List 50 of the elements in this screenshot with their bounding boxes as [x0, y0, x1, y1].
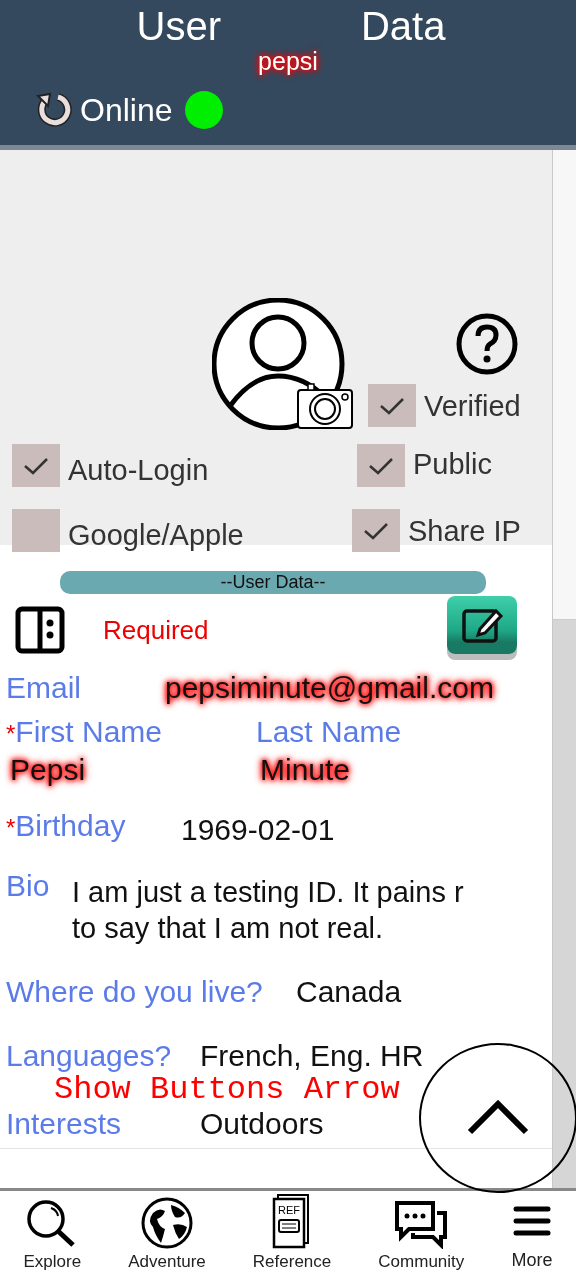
checkbox-label: Auto-Login — [68, 452, 209, 487]
nav-item[interactable]: REF Reference — [252, 1192, 332, 1274]
field-label: *First Name — [6, 714, 164, 750]
nav-item[interactable]: More — [511, 1205, 553, 1274]
bio-text: to say that I am not real. — [72, 911, 384, 946]
status-label: Online — [80, 91, 173, 129]
check-icon — [367, 455, 395, 476]
field-label: Interests — [6, 1106, 123, 1142]
field-value: Minute — [260, 752, 351, 788]
checkbox[interactable] — [12, 509, 60, 552]
refresh-button[interactable] — [34, 90, 74, 130]
field-value: Pepsi — [10, 752, 86, 788]
chat-icon — [393, 1198, 450, 1249]
field-value: French, Eng. HR — [200, 1038, 424, 1074]
page-title: User — [136, 3, 221, 50]
scrollbar[interactable] — [552, 150, 576, 1188]
menu-icon — [512, 1205, 551, 1237]
field-value: Outdoors — [200, 1106, 324, 1142]
check-icon — [362, 520, 390, 541]
username: pepsi — [258, 46, 318, 76]
checkbox-label: Google/Apple — [68, 517, 244, 552]
field-label: Email — [6, 670, 82, 706]
sidebar-icon[interactable] — [15, 606, 65, 654]
nav-item[interactable]: Community — [378, 1198, 465, 1274]
check-icon — [378, 395, 406, 416]
field-label: Where do you live? — [6, 974, 264, 1010]
field-value: pepsiminute@gmail.com — [165, 670, 494, 706]
globe-icon — [141, 1196, 193, 1249]
checkbox[interactable] — [352, 509, 400, 552]
annotation-text: Show Buttons Arrow — [54, 1074, 400, 1106]
checkbox[interactable] — [12, 444, 60, 487]
field-value: Canada — [296, 974, 402, 1010]
checkbox-label: Public — [413, 446, 492, 481]
checkbox-label: Verified — [424, 388, 521, 423]
field-label: Last Name — [256, 714, 403, 750]
checkbox-label: Share IP — [408, 513, 521, 548]
field-label: Languages? — [6, 1038, 173, 1074]
field-value: 1969-02-01 — [181, 812, 335, 848]
field-label: Bio — [6, 868, 51, 904]
section-header: --User Data-- — [60, 571, 486, 594]
field-label: *Birthday — [6, 808, 127, 844]
bio-text: I am just a testing ID. It pains r — [72, 875, 464, 910]
page-title: Data — [360, 3, 446, 50]
required-label: Required — [103, 613, 209, 647]
check-icon — [22, 455, 50, 476]
avatar-icon[interactable] — [212, 298, 354, 430]
checkbox[interactable] — [357, 444, 405, 487]
nav-item[interactable]: Explore — [23, 1198, 82, 1274]
checkbox[interactable] — [368, 384, 416, 427]
nav-item[interactable]: Adventure — [128, 1196, 206, 1274]
